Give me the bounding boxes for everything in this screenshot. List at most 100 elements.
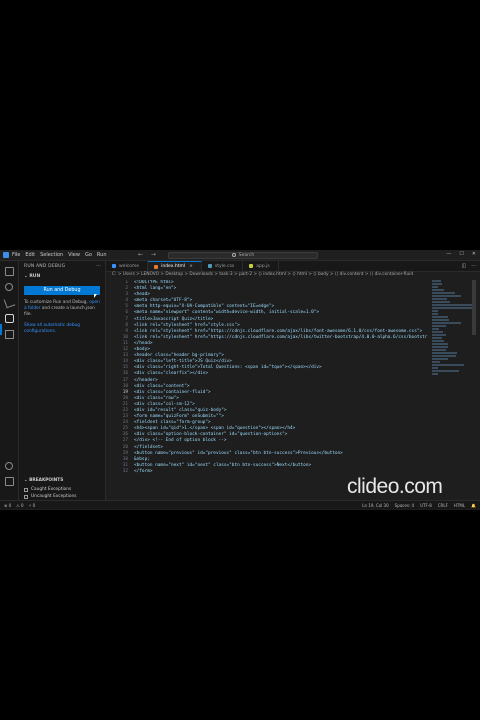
- minimap-line: [432, 334, 447, 336]
- nav-arrows-icon[interactable]: ← →: [138, 251, 159, 258]
- file-type-icon: [112, 264, 116, 268]
- menu-item-run[interactable]: Run: [97, 252, 107, 258]
- tab-label: app.js: [256, 263, 270, 269]
- customize-text: To customize Run and Debug, open a folde…: [19, 300, 105, 318]
- minimap-line: [432, 349, 447, 351]
- breakpoints-header[interactable]: ⌄ BREAKPOINTS: [19, 478, 105, 483]
- tab-index-html[interactable]: index.html ×: [148, 261, 202, 271]
- more-actions-icon[interactable]: ···: [471, 263, 476, 269]
- minimap-line: [432, 358, 449, 360]
- tab-label: index.html: [161, 264, 186, 269]
- minimap-line: [432, 280, 442, 282]
- minimap-line: [432, 301, 450, 303]
- command-center-search[interactable]: Search: [168, 251, 318, 259]
- status-left-item[interactable]: ⊗ 0: [4, 503, 11, 508]
- breakpoint-label: Uncaught Exceptions: [31, 494, 77, 499]
- minimap-line: [432, 370, 460, 372]
- close-icon[interactable]: ×: [189, 264, 193, 269]
- minimap-line: [432, 343, 449, 345]
- minimap-line: [432, 346, 448, 348]
- minimap-line: [432, 337, 442, 339]
- menu-item-go[interactable]: Go: [85, 252, 92, 258]
- minimap-line: [432, 316, 448, 318]
- title-bar: File Edit Selection View Go Run ← → Search — ☐…: [0, 250, 480, 261]
- tab-style-css[interactable]: style.css: [202, 261, 244, 271]
- minimap-line: [432, 373, 439, 375]
- activity-bar: [0, 261, 19, 501]
- explorer-icon[interactable]: [4, 267, 14, 276]
- breakpoint-caught-exceptions[interactable]: Caught Exceptions: [24, 487, 71, 492]
- tab-app-js[interactable]: app.js: [243, 261, 279, 271]
- minimap-line: [432, 307, 474, 309]
- vscode-window: File Edit Selection View Go Run ← → Search — ☐…: [0, 250, 480, 510]
- status-right-item[interactable]: UTF-8: [420, 503, 432, 508]
- status-right-item[interactable]: 🔔: [471, 503, 476, 508]
- menu-item-selection[interactable]: Selection: [40, 252, 63, 258]
- code-line[interactable]: 10 <link rel="stylesheet" href="https://c…: [106, 335, 428, 341]
- tab-label: style.css: [214, 263, 235, 269]
- status-bar: ⊗ 0 ⚠ 0 ⚡ 0 Ln 19, Col 30 Spaces: 4 UTF-8 CRL…: [0, 500, 480, 509]
- minimap-line: [432, 310, 439, 312]
- tab-label: welcome: [119, 263, 140, 269]
- search-view-icon[interactable]: [5, 283, 13, 291]
- minimap-line: [432, 361, 440, 363]
- minimap-line: [432, 364, 464, 366]
- status-right-item[interactable]: CRLF: [438, 503, 448, 508]
- breakpoints-label: BREAKPOINTS: [29, 478, 64, 483]
- status-right-item[interactable]: Spaces: 4: [395, 503, 414, 508]
- account-icon[interactable]: [5, 462, 13, 470]
- line-number: 32: [122, 468, 128, 474]
- sidebar-title: RUN AND DEBUG: [24, 264, 66, 269]
- customize-text-pre: To customize Run and Debug,: [24, 300, 90, 305]
- window-controls: — ☐ ✕: [446, 251, 476, 257]
- menu-item-view[interactable]: View: [68, 252, 80, 258]
- status-right-item[interactable]: Ln 19, Col 30: [362, 503, 388, 508]
- breadcrumb[interactable]: C: > Users > LENOVO > Desktop > Download…: [106, 272, 480, 279]
- code-editor[interactable]: 1 <!DOCTYPE html> 2 <html lang="en"> 3 <head>…: [106, 280, 428, 495]
- code-text: <link rel="stylesheet" href="https://cdn…: [134, 334, 428, 340]
- minimap-line: [432, 319, 449, 321]
- menu-item-edit[interactable]: Edit: [25, 252, 35, 258]
- run-debug-icon[interactable]: [4, 314, 14, 323]
- code-text: <button name="next" id="next" class="btn…: [134, 462, 312, 468]
- minimap[interactable]: [432, 280, 476, 375]
- vscode-logo-icon: [3, 252, 9, 258]
- mouse-cursor-icon: [94, 294, 97, 298]
- extensions-icon[interactable]: [4, 330, 14, 339]
- minimize-icon[interactable]: —: [446, 251, 451, 257]
- run-and-debug-button[interactable]: Run and Debug: [24, 286, 100, 295]
- maximize-icon[interactable]: ☐: [459, 251, 463, 257]
- manage-gear-icon[interactable]: [4, 477, 14, 486]
- code-text: <button name="previous" id="previous" cl…: [134, 450, 343, 456]
- minimap-line: [432, 355, 457, 357]
- active-indicator: [0, 324, 2, 335]
- minimap-line: [432, 331, 444, 333]
- show-debug-configs-link[interactable]: Show all automatic debug configurations.: [19, 323, 105, 335]
- breakpoint-uncaught-exceptions[interactable]: Uncaught Exceptions: [24, 494, 76, 499]
- editor-scrollbar[interactable]: [472, 280, 476, 335]
- minimap-line: [432, 352, 458, 354]
- minimap-line: [432, 304, 474, 306]
- minimap-line: [432, 292, 455, 294]
- split-editor-icon[interactable]: ◫: [461, 263, 466, 269]
- status-right-item[interactable]: HTML: [454, 503, 465, 508]
- source-control-icon[interactable]: [3, 296, 15, 309]
- run-section-header[interactable]: ⌄ RUN: [19, 272, 105, 281]
- menu-bar: File Edit Selection View Go Run: [12, 252, 107, 258]
- menu-item-file[interactable]: File: [12, 252, 20, 258]
- close-window-icon[interactable]: ✕: [472, 251, 476, 257]
- code-text: </form>: [134, 468, 153, 474]
- file-type-icon: [249, 264, 254, 268]
- tab-welcome[interactable]: welcome: [106, 261, 149, 271]
- status-left-item[interactable]: ⚡ 0: [29, 503, 36, 508]
- checkbox[interactable]: [24, 487, 28, 492]
- more-actions-icon[interactable]: ···: [96, 263, 101, 269]
- minimap-line: [432, 313, 439, 315]
- minimap-line: [432, 283, 442, 285]
- status-left-item[interactable]: ⚠ 0: [16, 503, 23, 508]
- search-placeholder: Search: [238, 252, 255, 258]
- minimap-line: [432, 289, 444, 291]
- checkbox[interactable]: [24, 494, 28, 499]
- minimap-line: [432, 325, 446, 327]
- breakpoint-label: Caught Exceptions: [31, 487, 72, 492]
